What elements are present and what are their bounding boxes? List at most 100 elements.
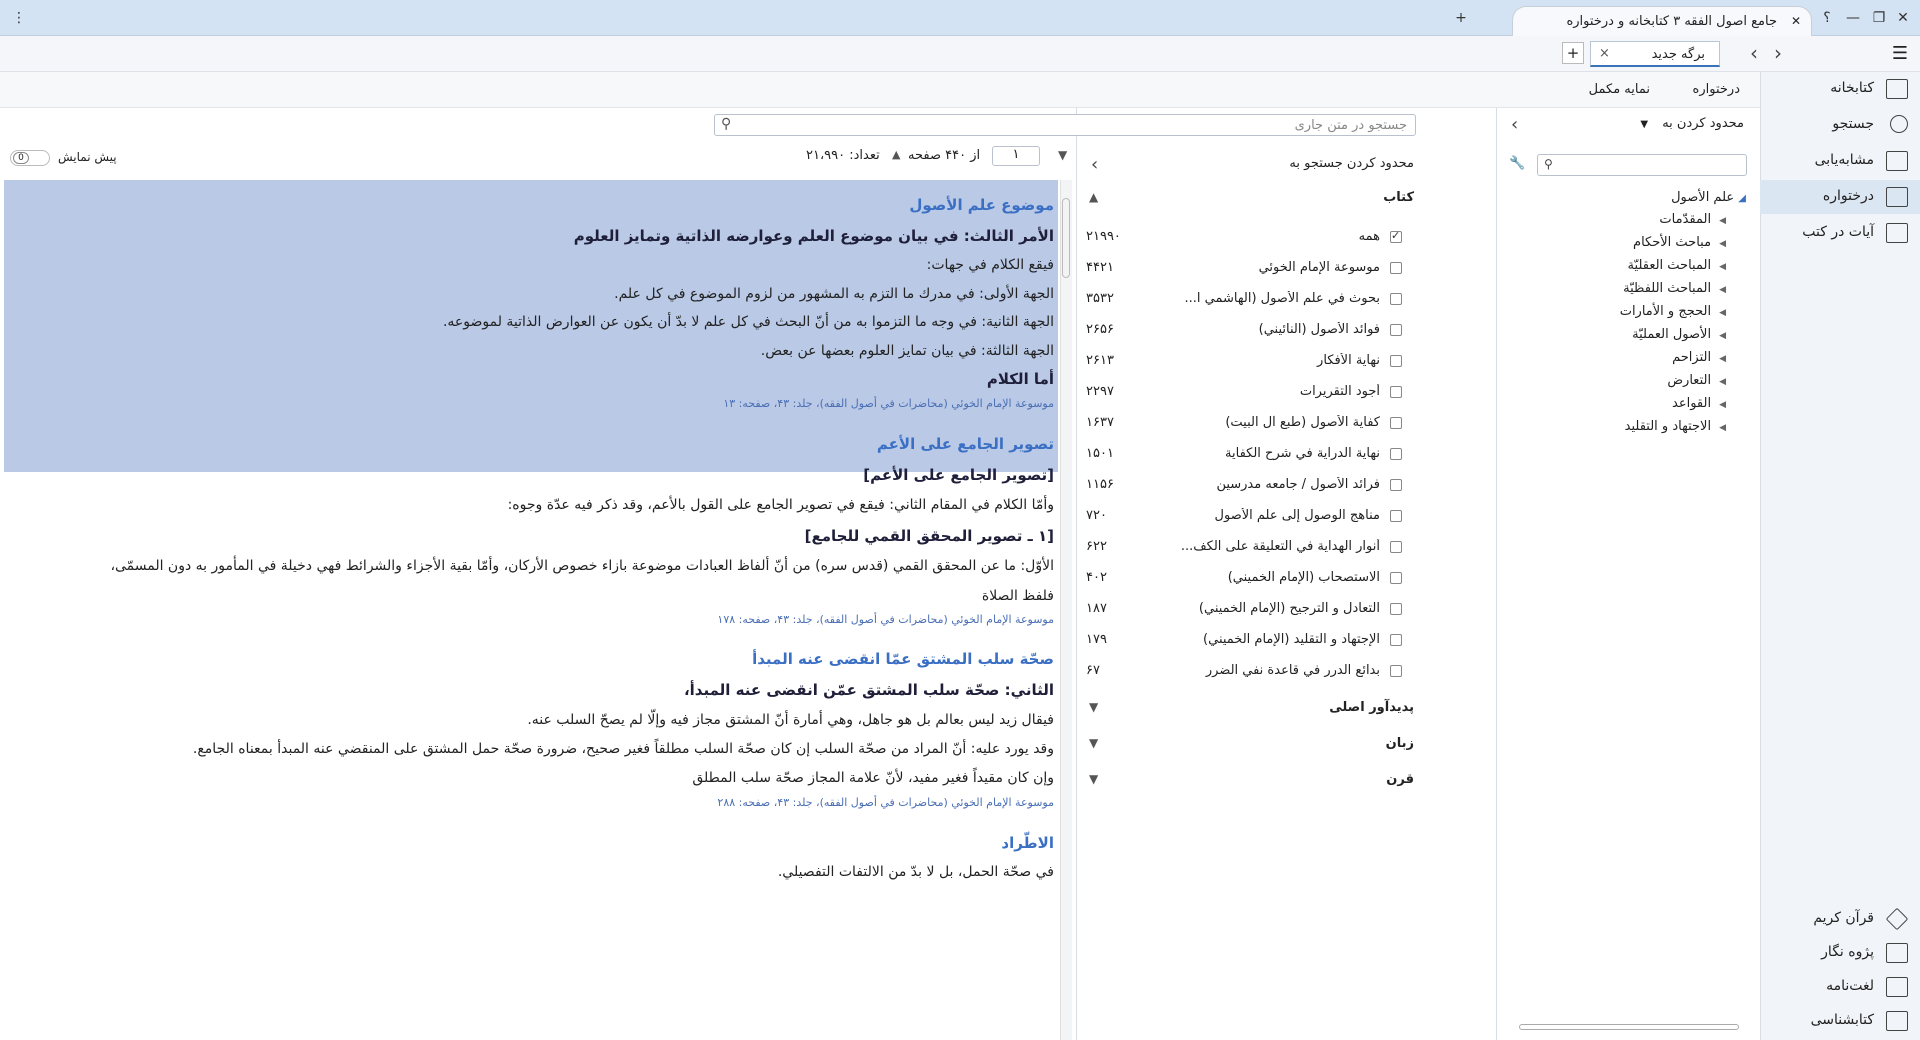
book-filter-row[interactable]: بحوث في علم الأصول (الهاشمي ا... ۳۵۳۲ bbox=[1076, 285, 1424, 315]
filter-section-header[interactable]: زبان bbox=[1386, 736, 1414, 751]
sidebar-item-notes[interactable]: پژوه نگار bbox=[1760, 936, 1920, 970]
source-reference[interactable]: موسوعة الإمام الخوئي (محاضرات في أصول ال… bbox=[717, 796, 1054, 809]
chevron-down-icon[interactable]: ▼ bbox=[1058, 148, 1067, 162]
sidebar-item-label: قرآن کریم bbox=[1813, 910, 1874, 926]
chevron-up-icon[interactable]: ▲ bbox=[1089, 190, 1098, 204]
filter-section-header[interactable]: قرن bbox=[1386, 772, 1414, 787]
tree-node[interactable]: ◀ الحجج و الأمارات bbox=[1620, 304, 1726, 319]
close-button[interactable]: ✕ bbox=[1892, 8, 1914, 28]
sidebar-item-tree[interactable]: درختواره bbox=[1760, 180, 1920, 214]
filter-title: محدود کردن جستجو به bbox=[1289, 156, 1414, 171]
book-checkbox[interactable] bbox=[1390, 262, 1402, 274]
tab-close-icon[interactable]: × bbox=[1599, 46, 1610, 61]
chevron-down-icon[interactable]: ▼ bbox=[1089, 772, 1098, 786]
tree-node[interactable]: ◀ المباحث العقليّة bbox=[1628, 258, 1726, 273]
horizontal-scrollbar[interactable] bbox=[1509, 1022, 1749, 1032]
result-heading[interactable]: صحّة سلب المشتق عمّا انقضى عنه المبدأ bbox=[752, 650, 1054, 668]
filter-section-header[interactable]: پدیدآور اصلی bbox=[1329, 700, 1414, 715]
book-checkbox[interactable] bbox=[1390, 417, 1402, 429]
book-filter-row[interactable]: فوائد الأصول (النائيني) ۲۶۵۶ bbox=[1076, 316, 1424, 346]
book-name: أجود التقريرات bbox=[1299, 384, 1380, 399]
book-checkbox[interactable] bbox=[1390, 541, 1402, 553]
add-tab-button[interactable]: + bbox=[1562, 42, 1584, 64]
book-filter-row[interactable]: كفاية الأصول (طبع آل البيت) ۱۶۳۷ bbox=[1076, 409, 1424, 439]
app-tab[interactable]: جامع اصول الفقه ۳ کتابخانه و درختواره ✕ bbox=[1512, 6, 1812, 36]
app-tab-close-icon[interactable]: ✕ bbox=[1791, 14, 1801, 28]
book-checkbox[interactable] bbox=[1390, 355, 1402, 367]
book-checkbox[interactable] bbox=[1390, 603, 1402, 615]
chevron-down-icon[interactable]: ▼ bbox=[1089, 700, 1098, 714]
limit-dropdown[interactable]: محدود کردن به ▼ bbox=[1640, 116, 1744, 131]
tree-node[interactable]: ◀ القواعد bbox=[1672, 396, 1726, 411]
chevron-up-icon[interactable]: ▲ bbox=[892, 148, 900, 161]
chevron-down-icon[interactable]: ▼ bbox=[1089, 736, 1098, 750]
tree-node[interactable]: ◀ الأصول العمليّة bbox=[1632, 327, 1726, 342]
tab-new-page[interactable]: برگه جدید × bbox=[1590, 41, 1720, 67]
book-checkbox[interactable] bbox=[1390, 665, 1402, 677]
books-section-header[interactable]: کتاب bbox=[1383, 190, 1414, 205]
sidebar-item-bibliography[interactable]: کتابشناسی bbox=[1760, 1004, 1920, 1038]
book-filter-row[interactable]: الاستصحاب (الإمام الخميني) ۴۰۲ bbox=[1076, 564, 1424, 594]
tree-node[interactable]: ◀ المباحث اللفظيّة bbox=[1623, 281, 1726, 296]
preview-toggle[interactable]: 0 bbox=[10, 150, 50, 166]
page-number-input[interactable]: ۱ bbox=[992, 146, 1040, 166]
result-heading[interactable]: موضوع علم الأصول bbox=[909, 196, 1054, 214]
result-heading[interactable]: الاطّراد bbox=[1001, 834, 1054, 852]
book-checkbox[interactable] bbox=[1390, 324, 1402, 336]
tree-node[interactable]: ◀ التعارض bbox=[1667, 373, 1726, 388]
tree-node-root[interactable]: ◢ علم الأصول bbox=[1671, 190, 1746, 205]
book-filter-row[interactable]: نهاية الدراية في شرح الكفاية ۱۵۰۱ bbox=[1076, 440, 1424, 470]
vertical-scrollbar[interactable] bbox=[1060, 180, 1072, 1040]
hamburger-menu-icon[interactable]: ☰ bbox=[1892, 43, 1908, 64]
result-heading[interactable]: تصوير الجامع على الأعم bbox=[877, 435, 1054, 453]
result-text: وقد يورد عليه: أنّ المراد من صحّة السلب … bbox=[192, 741, 1054, 757]
subtab-tree[interactable]: درختواره bbox=[1693, 82, 1740, 97]
book-checkbox[interactable] bbox=[1390, 572, 1402, 584]
book-filter-row[interactable]: الإجتهاد و التقليد (الإمام الخميني) ۱۷۹ bbox=[1076, 626, 1424, 656]
subtab-supplementary-index[interactable]: نمایه مکمل bbox=[1589, 82, 1650, 97]
collapse-pane-icon[interactable]: ‹ bbox=[1511, 114, 1518, 135]
book-checkbox[interactable] bbox=[1390, 510, 1402, 522]
minimize-button[interactable]: — bbox=[1842, 8, 1864, 28]
sidebar-item-verses[interactable]: آیات در کتب bbox=[1760, 216, 1920, 250]
book-checkbox[interactable] bbox=[1390, 293, 1402, 305]
sidebar-item-search[interactable]: جستجو bbox=[1760, 108, 1920, 142]
book-checkbox[interactable] bbox=[1390, 479, 1402, 491]
tree-node[interactable]: ◀ مباحث الأحكام bbox=[1633, 235, 1726, 250]
book-filter-row[interactable]: موسوعة الإمام الخوئي ۴۴۲۱ bbox=[1076, 254, 1424, 284]
tree-search-input[interactable]: ⚲ bbox=[1537, 154, 1747, 176]
source-reference[interactable]: موسوعة الإمام الخوئي (محاضرات في أصول ال… bbox=[717, 613, 1054, 626]
search-icon: ⚲ bbox=[721, 116, 732, 132]
restore-button[interactable]: ❐ bbox=[1868, 8, 1890, 28]
book-filter-row[interactable]: التعادل و الترجيح (الإمام الخميني) ۱۸۷ bbox=[1076, 595, 1424, 625]
tab-next-icon[interactable]: › bbox=[1774, 41, 1782, 65]
collapse-filter-icon[interactable]: ‹ bbox=[1091, 154, 1098, 175]
more-menu-button[interactable]: ⋮ bbox=[8, 8, 30, 28]
source-reference[interactable]: موسوعة الإمام الخوئي (محاضرات في أصول ال… bbox=[723, 397, 1054, 410]
book-checkbox[interactable] bbox=[1390, 448, 1402, 460]
content-search-input[interactable]: جستجو در متن جاری ⚲ bbox=[714, 114, 1416, 136]
book-filter-row[interactable]: فرائد الأصول / جامعه مدرسين ۱۱۵۶ bbox=[1076, 471, 1424, 501]
book-filter-row[interactable]: بدائع الدرر في قاعدة نفي الضرر ۶۷ bbox=[1076, 657, 1424, 687]
book-checkbox[interactable] bbox=[1390, 634, 1402, 646]
sidebar-item-dictionary[interactable]: لغت‌نامه bbox=[1760, 970, 1920, 1004]
new-window-tab-button[interactable]: + bbox=[1450, 8, 1472, 28]
book-filter-row[interactable]: مناهج الوصول إلى علم الأصول ۷۲۰ bbox=[1076, 502, 1424, 532]
sidebar-item-quran[interactable]: قرآن کریم bbox=[1760, 902, 1920, 936]
sidebar-item-label: جستجو bbox=[1832, 116, 1874, 132]
sidebar-item-similar[interactable]: مشابه‌یابی bbox=[1760, 144, 1920, 178]
book-filter-row[interactable]: همه ۲۱۹۹۰ bbox=[1076, 223, 1424, 253]
help-button[interactable]: ؟ bbox=[1816, 8, 1838, 28]
tree-node[interactable]: ◀ الاجتهاد و التقليد bbox=[1625, 419, 1726, 434]
book-checkbox[interactable] bbox=[1390, 229, 1402, 243]
tree-node[interactable]: ◀ التزاحم bbox=[1672, 350, 1726, 365]
settings-wrench-icon[interactable]: 🔧 bbox=[1509, 156, 1525, 171]
sidebar-item-library[interactable]: کتابخانه bbox=[1760, 72, 1920, 106]
book-name: همه bbox=[1358, 229, 1380, 244]
book-filter-row[interactable]: نهاية الأفكار ۲۶۱۳ bbox=[1076, 347, 1424, 377]
tree-node[interactable]: ◀ المقدّمات bbox=[1659, 212, 1726, 227]
tab-prev-icon[interactable]: ‹ bbox=[1750, 41, 1758, 65]
book-checkbox[interactable] bbox=[1390, 386, 1402, 398]
book-filter-row[interactable]: أجود التقريرات ۲۲۹۷ bbox=[1076, 378, 1424, 408]
book-filter-row[interactable]: أنوار الهداية في التعليقة على الكف... ۶۲۲ bbox=[1076, 533, 1424, 563]
